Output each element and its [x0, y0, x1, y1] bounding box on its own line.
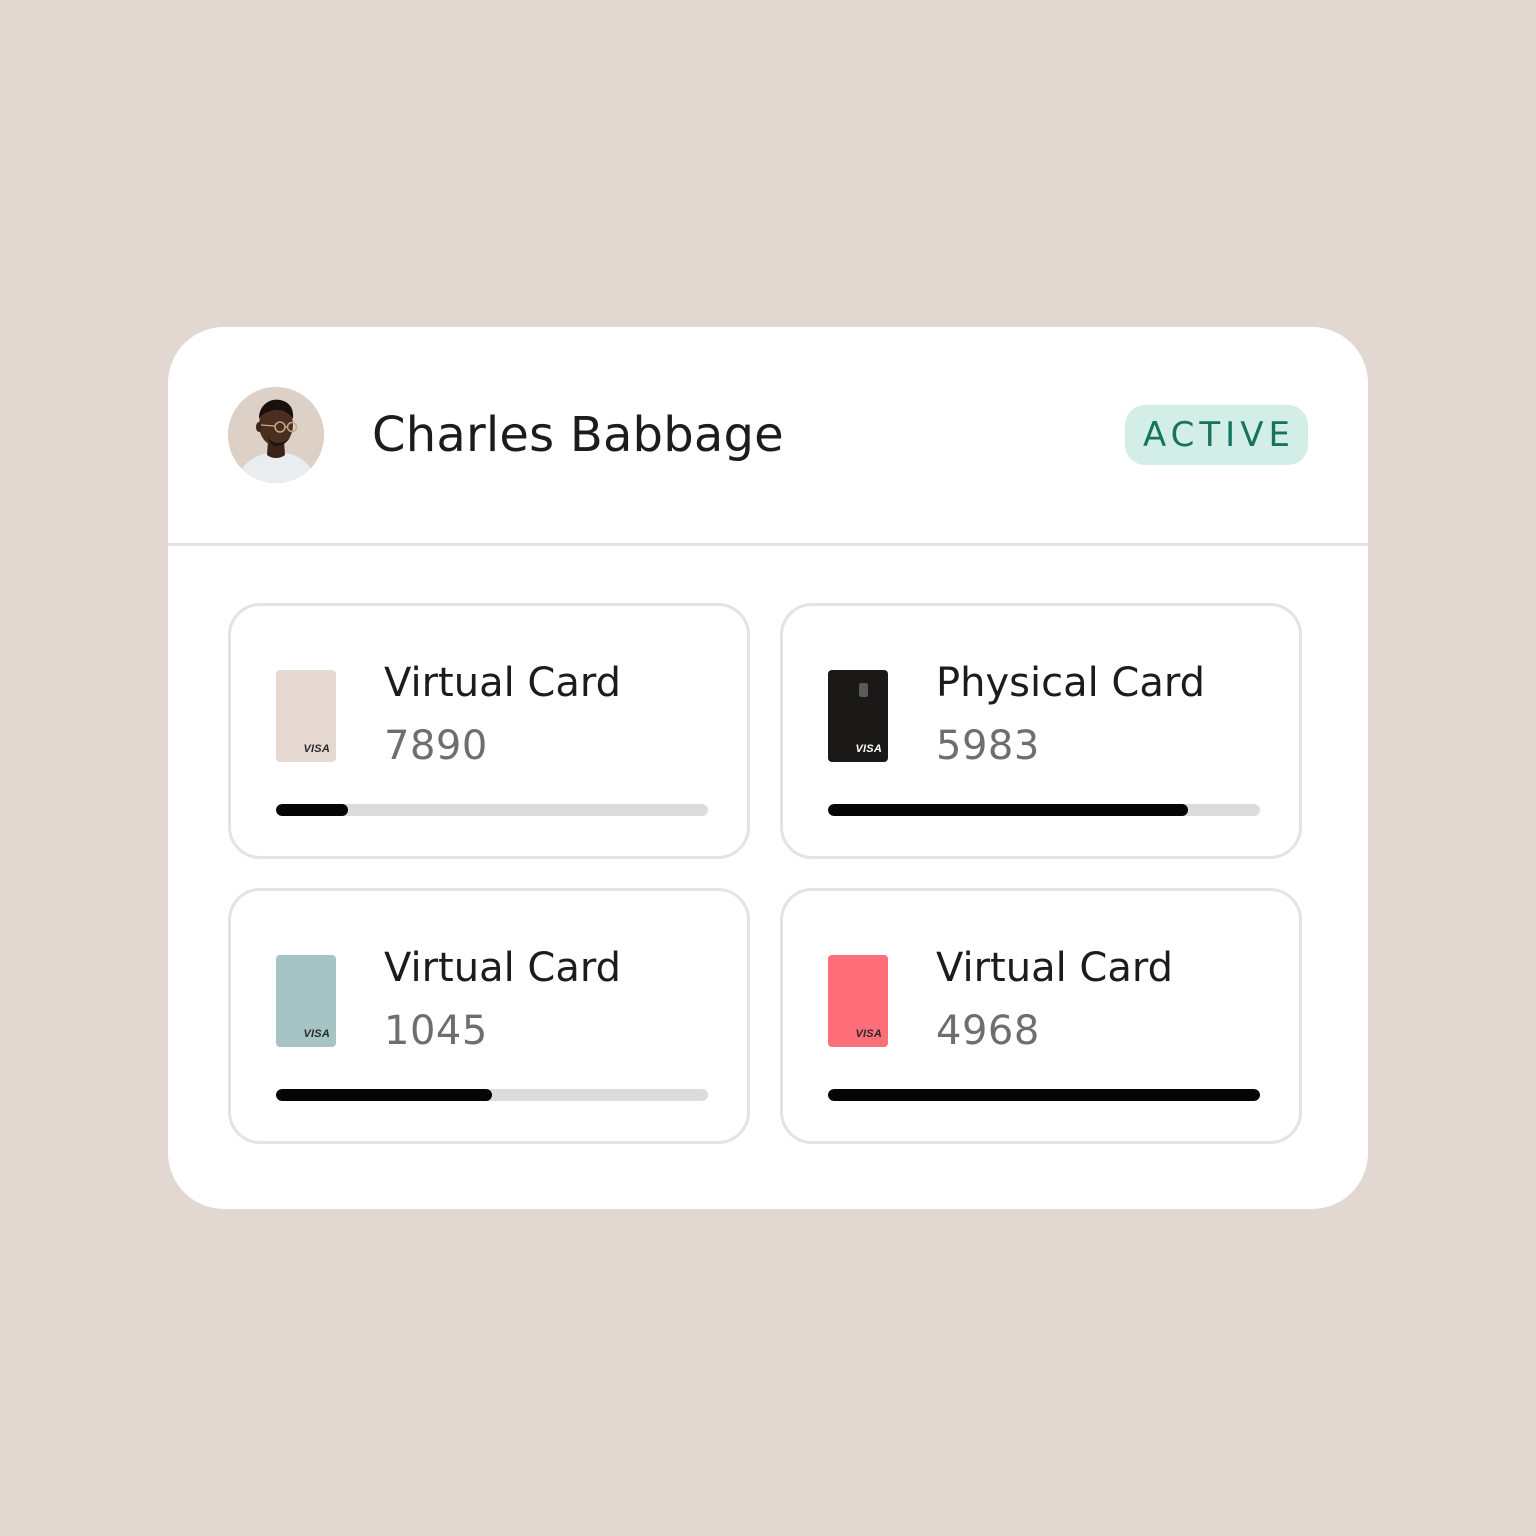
card-type-label: Physical Card: [936, 660, 1206, 706]
card-tile[interactable]: VISA Virtual Card 7890: [228, 603, 750, 859]
spend-progress-bar: [828, 804, 1260, 816]
avatar[interactable]: [228, 387, 324, 483]
spend-progress-bar: [276, 804, 708, 816]
card-tile[interactable]: VISA Physical Card 5983: [780, 603, 1302, 859]
visa-logo: VISA: [855, 743, 882, 755]
card-last-four: 4968: [936, 1008, 1040, 1054]
card-icon: VISA: [828, 955, 888, 1047]
card-last-four: 1045: [384, 1008, 488, 1054]
card-tile[interactable]: VISA Virtual Card 1045: [228, 888, 750, 1144]
spend-progress-bar: [276, 1089, 708, 1101]
cardholder-panel: Charles Babbage ACTIVE VISA Virtual Card…: [168, 327, 1368, 1209]
status-badge: ACTIVE: [1125, 405, 1308, 465]
card-type-label: Virtual Card: [384, 945, 621, 991]
avatar-photo: [228, 387, 324, 483]
spend-progress-fill: [276, 1089, 492, 1101]
card-tile[interactable]: VISA Virtual Card 4968: [780, 888, 1302, 1144]
cardholder-name: Charles Babbage: [372, 407, 784, 463]
card-chip-icon: [859, 683, 868, 697]
visa-logo: VISA: [303, 743, 330, 755]
card-icon: VISA: [276, 670, 336, 762]
spend-progress-fill: [828, 1089, 1260, 1101]
spend-progress-fill: [828, 804, 1188, 816]
card-type-label: Virtual Card: [384, 660, 621, 706]
spend-progress-bar: [828, 1089, 1260, 1101]
visa-logo: VISA: [303, 1028, 330, 1040]
card-type-label: Virtual Card: [936, 945, 1173, 991]
card-icon: VISA: [276, 955, 336, 1047]
visa-logo: VISA: [855, 1028, 882, 1040]
card-last-four: 5983: [936, 723, 1040, 769]
card-icon: VISA: [828, 670, 888, 762]
spend-progress-fill: [276, 804, 348, 816]
cardholder-header: Charles Babbage ACTIVE: [168, 327, 1368, 546]
card-last-four: 7890: [384, 723, 488, 769]
